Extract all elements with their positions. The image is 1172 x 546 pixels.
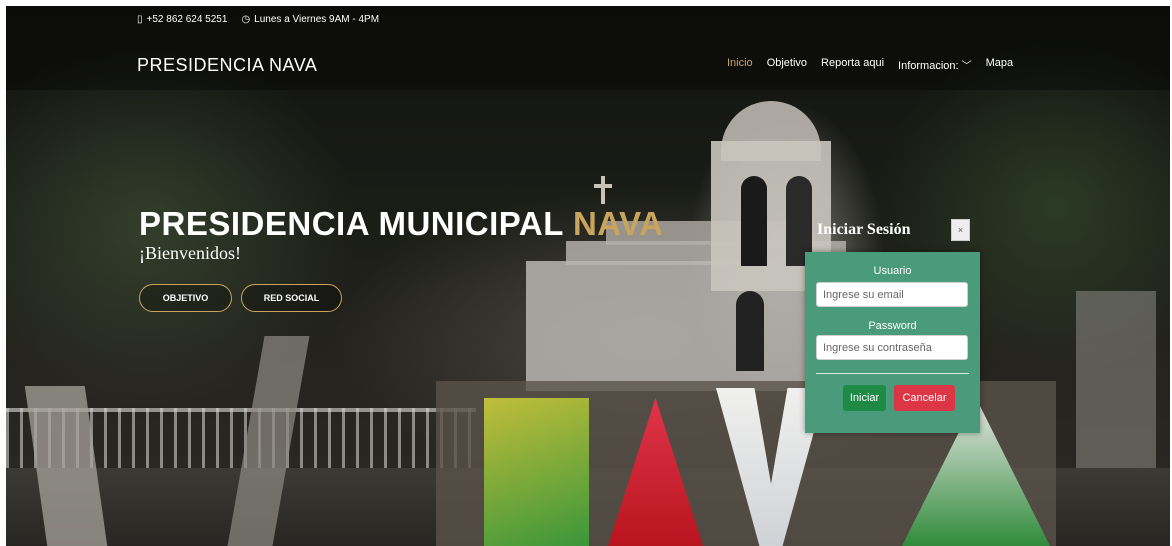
hero-subtitle: ¡Bienvenidos! (139, 243, 241, 263)
phone-info[interactable]: ▯ +52 862 624 5251 (137, 14, 227, 25)
nav-inicio[interactable]: Inicio (727, 57, 753, 72)
nav-objetivo[interactable]: Objetivo (767, 57, 807, 72)
close-button[interactable]: × (951, 219, 970, 241)
cross (594, 184, 612, 188)
nav-mapa[interactable]: Mapa (986, 57, 1014, 72)
hero-title: PRESIDENCIA MUNICIPAL NAVA (139, 205, 664, 243)
login-title: Iniciar Sesión (817, 221, 911, 238)
main-nav: Inicio Objetivo Reporta aqui Informacion… (727, 57, 1013, 72)
login-cancel-button[interactable]: Cancelar (894, 385, 955, 411)
red-social-button[interactable]: RED SOCIAL (241, 284, 342, 312)
hours-text: Lunes a Viernes 9AM - 4PM (254, 14, 380, 25)
clock-icon: ◷ (241, 14, 251, 25)
password-label: Password (868, 320, 917, 332)
password-field[interactable]: Ingrese su contraseña (816, 335, 968, 360)
nav-informacion[interactable]: Informacion: ﹀ (898, 57, 972, 72)
bell-tower-window (741, 176, 767, 266)
login-form: Usuario Ingrese su email Password Ingres… (805, 252, 980, 433)
phone-icon: ▯ (137, 14, 143, 25)
monument-letter (484, 398, 589, 546)
contact-bar: ▯ +52 862 624 5251 ◷ Lunes a Viernes 9AM -… (137, 14, 379, 25)
close-icon: × (957, 225, 964, 235)
login-submit-button[interactable]: Iniciar (843, 385, 886, 411)
site-logo[interactable]: PRESIDENCIA NAVA (137, 55, 317, 76)
hero-background (6, 6, 1170, 546)
chevron-down-icon: ﹀ (961, 61, 972, 72)
user-label: Usuario (873, 265, 912, 277)
form-divider (816, 373, 969, 374)
email-field[interactable]: Ingrese su email (816, 282, 968, 307)
hero-title-main: PRESIDENCIA MUNICIPAL (139, 205, 573, 242)
church-arch (736, 291, 764, 371)
nav-reporta[interactable]: Reporta aqui (821, 57, 884, 72)
phone-number: +52 862 624 5251 (146, 14, 228, 25)
nav-informacion-label: Informacion: (898, 60, 959, 72)
hours-info: ◷ Lunes a Viernes 9AM - 4PM (241, 14, 379, 25)
objetivo-button[interactable]: OBJETIVO (139, 284, 232, 312)
hero-title-accent: NAVA (572, 205, 664, 242)
cross (601, 176, 605, 204)
